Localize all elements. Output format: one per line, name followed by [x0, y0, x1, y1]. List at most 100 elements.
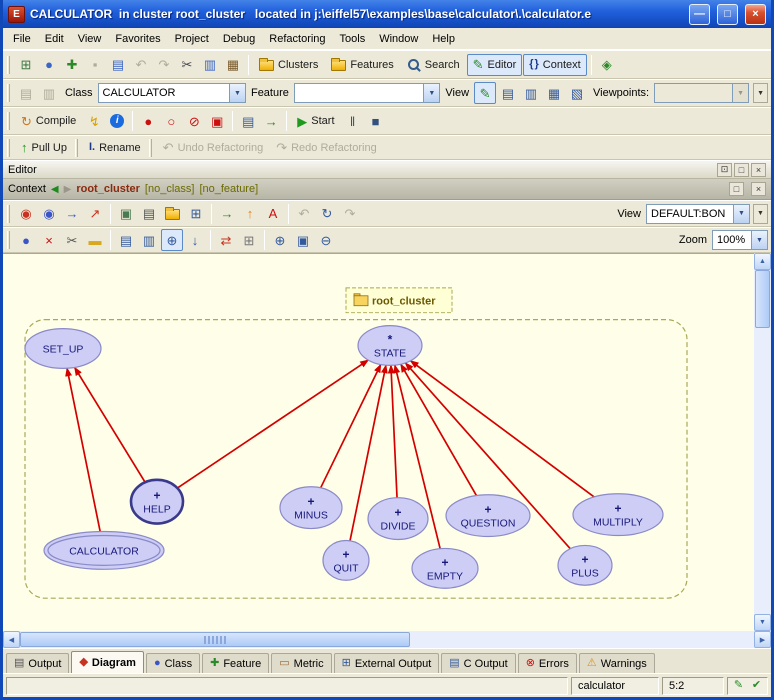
clusters-button[interactable]: Clusters [253, 54, 324, 76]
feature-combobox[interactable]: ▼ [294, 83, 440, 103]
flat-view-icon[interactable]: ▥ [520, 82, 542, 104]
menu-edit[interactable]: Edit [38, 30, 71, 48]
diagram-view-combobox[interactable]: DEFAULT:BON ▼ [646, 204, 750, 224]
cut-icon[interactable]: ✂ [176, 54, 198, 76]
toolbar-grip[interactable] [7, 231, 10, 249]
toggle-inheritance-links-icon[interactable]: ▤ [115, 229, 137, 251]
diagram-view-menu-icon[interactable]: ▼ [753, 204, 768, 224]
export-png-icon[interactable]: ▣ [115, 203, 137, 225]
new-development-window-icon[interactable]: ⊞ [15, 54, 37, 76]
editor-maximize-icon[interactable]: □ [734, 163, 749, 177]
root-cluster-tag[interactable]: root_cluster [346, 288, 452, 313]
tab-diagram[interactable]: ◆Diagram [71, 651, 144, 673]
vertical-scrollbar-thumb[interactable] [755, 270, 770, 328]
class-figure-tool-icon[interactable]: ◉ [15, 203, 37, 225]
text-label-tool-icon[interactable]: A [262, 203, 284, 225]
class-node-question[interactable]: +QUESTION [446, 495, 530, 537]
zoom-out-icon[interactable]: ⊖ [315, 229, 337, 251]
feature-combobox-arrow-icon[interactable]: ▼ [423, 84, 439, 102]
compiled-status-icon[interactable]: ✔ [748, 678, 765, 693]
enable-breakpoints-icon[interactable]: ● [137, 110, 159, 132]
delete-figure-icon[interactable]: × [38, 229, 60, 251]
scroll-down-icon[interactable]: ▼ [754, 614, 771, 631]
swap-links-icon[interactable]: ⇄ [215, 229, 237, 251]
tab-errors[interactable]: ⊗Errors [518, 653, 577, 673]
editor-view-icon[interactable]: ✎ [474, 82, 496, 104]
debug-tool-icon[interactable]: ▣ [206, 110, 228, 132]
tab-c-output[interactable]: ▤C Output [441, 653, 515, 673]
class-combobox-arrow-icon[interactable]: ▼ [229, 84, 245, 102]
stop-icon[interactable]: ■ [365, 110, 387, 132]
scroll-up-icon[interactable]: ▲ [754, 253, 771, 270]
tab-warnings[interactable]: ⚠Warnings [579, 653, 655, 673]
editor-toggle-button[interactable]: ✎ Editor [467, 54, 523, 76]
menu-view[interactable]: View [71, 30, 109, 48]
menu-favorites[interactable]: Favorites [108, 30, 167, 48]
inheritance-edge-divide-to-state[interactable] [391, 365, 397, 497]
toolbar-grip[interactable] [75, 139, 78, 157]
inheritance-link-icon[interactable]: ↗ [84, 203, 106, 225]
horizontal-scrollbar[interactable]: ◀ ▶ [3, 631, 771, 648]
fit-to-window-icon[interactable]: ▣ [292, 229, 314, 251]
start-button[interactable]: ▶ Start [291, 110, 340, 132]
toolbar-overflow-icon[interactable]: ▼ [753, 83, 768, 103]
open-diagram-folder-icon[interactable] [161, 203, 184, 225]
inheritance-edge-help-to-state[interactable] [177, 360, 368, 488]
context-close-icon[interactable]: × [751, 182, 766, 196]
open-file-icon[interactable]: ● [38, 54, 60, 76]
pause-icon[interactable]: ‖ [342, 110, 364, 132]
menu-file[interactable]: File [6, 30, 38, 48]
menu-debug[interactable]: Debug [216, 30, 262, 48]
menu-help[interactable]: Help [425, 30, 462, 48]
context-cluster-name[interactable]: root_cluster [76, 183, 140, 195]
features-button[interactable]: Features [325, 54, 399, 76]
editor-dock-icon[interactable]: ⊡ [717, 163, 732, 177]
interface-view-icon[interactable]: ▧ [566, 82, 588, 104]
class-node-quit[interactable]: +QUIT [323, 540, 369, 580]
context-forward-icon[interactable]: ▶ [64, 184, 72, 195]
print-diagram-icon[interactable]: ▤ [138, 203, 160, 225]
center-diagram-icon[interactable]: ⊕ [161, 229, 183, 251]
refresh-diagram-icon[interactable]: ↻ [316, 203, 338, 225]
diagram-canvas[interactable]: root_clusterSET_UP*STATE+HELPCALCULATOR+… [3, 253, 754, 631]
copy-icon[interactable]: ▥ [199, 54, 221, 76]
bon-class-diagram[interactable]: root_clusterSET_UP*STATE+HELPCALCULATOR+… [3, 254, 754, 631]
class-node-calculator[interactable]: CALCULATOR [44, 532, 164, 570]
remove-breakpoints-icon[interactable]: ⊘ [183, 110, 205, 132]
diagram-view-combobox-arrow-icon[interactable]: ▼ [733, 205, 749, 223]
scroll-right-icon[interactable]: ▶ [754, 631, 771, 648]
info-icon[interactable]: i [106, 110, 128, 132]
freeze-icon[interactable]: ↯ [83, 110, 105, 132]
compile-button[interactable]: ↻ Compile [15, 110, 82, 132]
class-combobox[interactable]: CALCULATOR ▼ [98, 83, 246, 103]
windows-view-icon[interactable]: ⊞ [185, 203, 207, 225]
toolbar-grip[interactable] [7, 139, 10, 157]
menu-refactoring[interactable]: Refactoring [262, 30, 332, 48]
toolbar-grip[interactable] [149, 139, 152, 157]
context-maximize-icon[interactable]: □ [729, 182, 744, 196]
menu-window[interactable]: Window [372, 30, 425, 48]
scroll-left-icon[interactable]: ◀ [3, 631, 20, 648]
new-diagram-icon[interactable]: ◈ [596, 54, 618, 76]
tab-output[interactable]: ▤Output [6, 653, 69, 673]
crop-diagram-icon[interactable]: ↑ [239, 203, 261, 225]
menu-project[interactable]: Project [168, 30, 216, 48]
class-node-help[interactable]: +HELP [131, 480, 183, 524]
tab-metric[interactable]: ▭Metric [271, 653, 331, 673]
minimize-button[interactable]: — [689, 4, 710, 25]
horizontal-scrollbar-track[interactable] [410, 631, 754, 648]
cut-link-icon[interactable]: ✂ [61, 229, 83, 251]
toolbar-grip[interactable] [7, 56, 10, 74]
object-tool-icon[interactable]: ▤ [237, 110, 259, 132]
new-class-figure-icon[interactable]: ● [15, 229, 37, 251]
tab-external-output[interactable]: ⊞External Output [334, 653, 440, 673]
zoom-combobox[interactable]: 100% ▼ [712, 230, 768, 250]
class-node-state[interactable]: *STATE [358, 326, 422, 366]
toolbar-grip[interactable] [7, 205, 10, 223]
toolbar-grip[interactable] [7, 112, 10, 130]
editable-status-icon[interactable]: ✎ [730, 678, 747, 693]
pull-up-button[interactable]: ↑ Pull Up [15, 137, 73, 159]
toolbar-grip[interactable] [7, 84, 10, 102]
add-class-icon[interactable]: ✚ [61, 54, 83, 76]
contract-view-icon[interactable]: ▦ [543, 82, 565, 104]
